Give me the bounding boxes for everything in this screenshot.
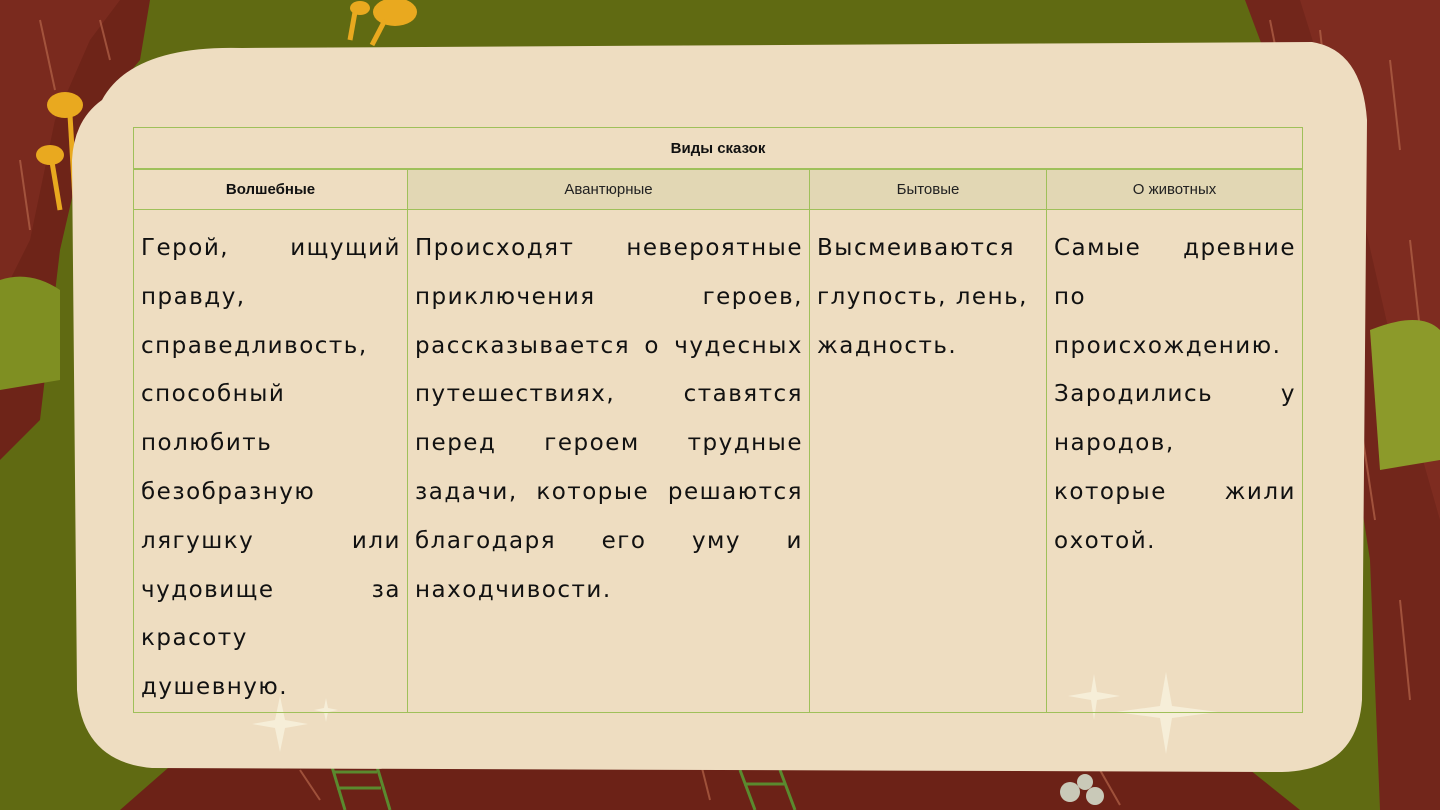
header-everyday: Бытовые <box>809 168 1047 210</box>
header-magic: Волшебные <box>133 168 408 210</box>
header-animals: О животных <box>1046 168 1303 210</box>
cell-animals-description: Самые древние по происхождению. Зародили… <box>1046 209 1303 713</box>
table-row: Герой, ищущий правду, справедливость, сп… <box>133 209 1303 713</box>
fairy-tale-types-table: Виды сказок Волшебные Авантюрные Бытовые… <box>133 127 1303 713</box>
table-title: Виды сказок <box>133 127 1303 170</box>
cell-everyday-description: Высмеиваются глупость, лень, жадность. <box>809 209 1047 713</box>
header-adventure: Авантюрные <box>407 168 810 210</box>
cell-magic-description: Герой, ищущий правду, справедливость, сп… <box>133 209 408 713</box>
table-header-row: Волшебные Авантюрные Бытовые О животных <box>133 168 1303 210</box>
cell-adventure-description: Происходят невероятные приключения герое… <box>407 209 810 713</box>
table-title-row: Виды сказок <box>133 127 1303 170</box>
